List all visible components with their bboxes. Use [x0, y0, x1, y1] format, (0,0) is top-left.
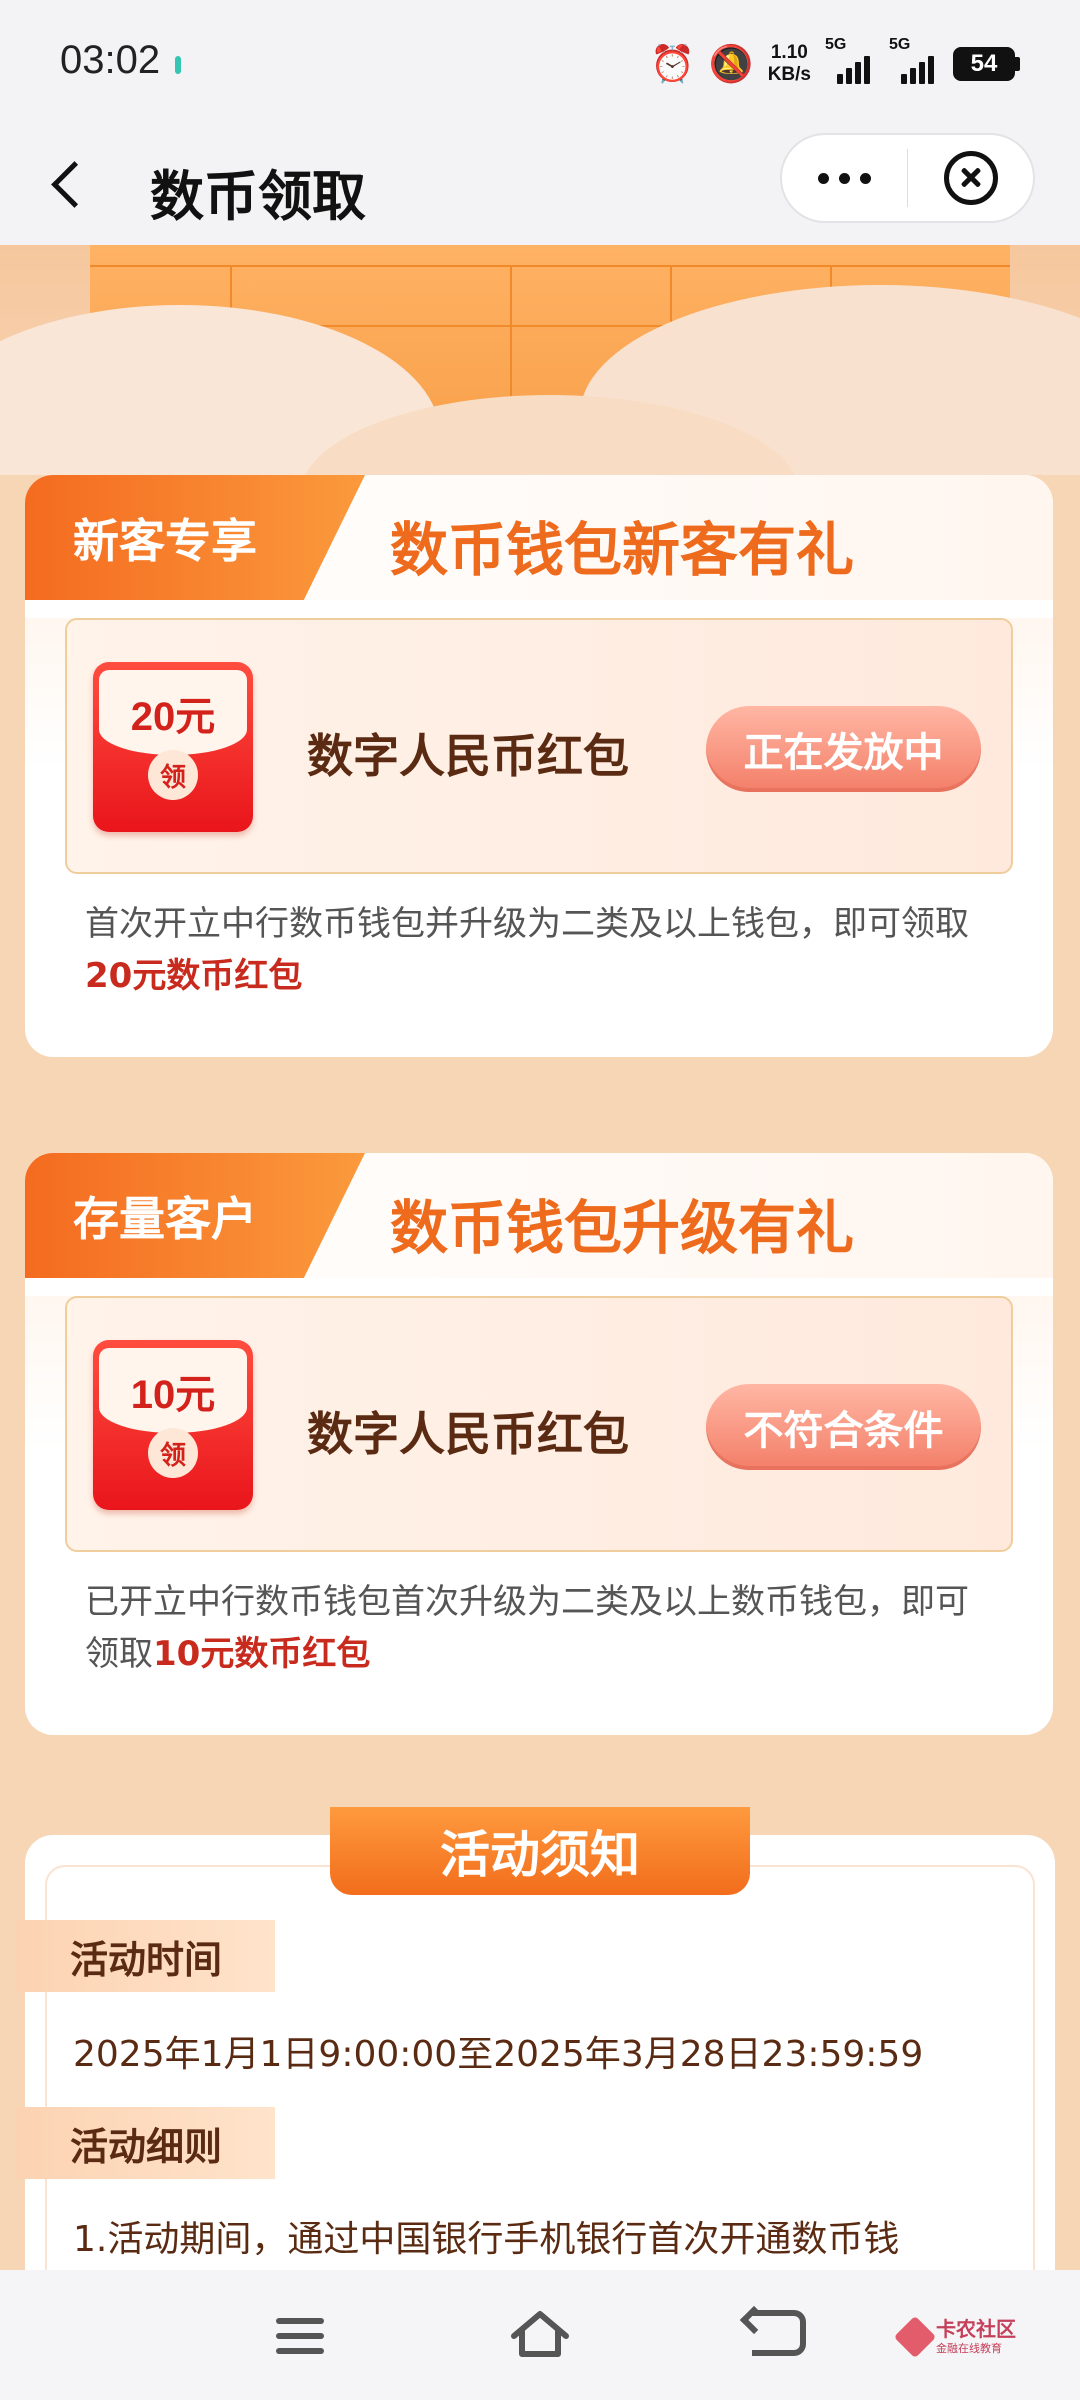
dot-icon [817, 172, 829, 184]
activity-time-label: 活动时间 [15, 1920, 275, 1992]
watermark-name: 卡农社区 [936, 2317, 1016, 2341]
prize-name: 数字人民币红包 [307, 729, 629, 783]
activity-rules-label: 活动细则 [15, 2107, 275, 2179]
notification-dot [175, 56, 181, 74]
card-tag-label: 新客专享 [73, 514, 257, 568]
card-tag: 新客专享 [25, 475, 365, 600]
card-header: 存量客户 数币钱包升级有礼 [25, 1153, 1053, 1278]
signal-icon: 5G [825, 36, 875, 84]
home-icon[interactable] [508, 2308, 572, 2360]
card-title: 数币钱包新客有礼 [390, 516, 855, 584]
status-icons: ⏰ 🔕 1.10 KB/s 5G 5G 54 [650, 36, 1020, 86]
mute-icon: 🔕 [708, 43, 754, 84]
battery-icon: 54 [953, 47, 1020, 81]
status-bar: 03:02 ⏰ 🔕 1.10 KB/s 5G 5G 54 [0, 0, 1080, 130]
activity-time-value: 2025年1月1日9:00:00至2025年3月28日23:59:59 [73, 2034, 924, 2075]
red-envelope-icon: 20元 领 [93, 662, 253, 832]
red-envelope-amount: 10元 [130, 1373, 216, 1417]
card-tag-label: 存量客户 [73, 1192, 257, 1246]
hero-banner [0, 245, 1080, 475]
watermark: 卡农社区 金融在线教育 [893, 2315, 1016, 2359]
watermark-logo-icon [893, 2315, 937, 2359]
notice-title: 活动须知 [330, 1807, 750, 1895]
back-icon[interactable] [752, 2310, 806, 2356]
card-tag: 存量客户 [25, 1153, 365, 1278]
new-customer-card: 新客专享 数币钱包新客有礼 20元 领 数字人民币红包 正在发放中 首次开立中行… [25, 475, 1053, 1057]
close-circle-icon [943, 151, 998, 205]
dot-icon [838, 172, 850, 184]
claim-status-button[interactable]: 不符合条件 [706, 1384, 981, 1470]
card-title: 数币钱包升级有礼 [390, 1194, 855, 1262]
red-envelope-seal: 领 [148, 750, 198, 800]
net-speed: 1.10 KB/s [768, 42, 811, 86]
existing-customer-card: 存量客户 数币钱包升级有礼 10元 领 数字人民币红包 不符合条件 已开立中行数… [25, 1153, 1053, 1735]
red-packet-row: 10元 领 数字人民币红包 不符合条件 [65, 1296, 1013, 1552]
card-description: 首次开立中行数币钱包并升级为二类及以上钱包，即可领取 20元数币红包 [25, 874, 1053, 1002]
desc-highlight: 20元数币红包 [85, 956, 303, 996]
alarm-icon: ⏰ [650, 43, 695, 84]
signal-2-label: 5G [889, 36, 911, 53]
page-title: 数币领取 [150, 165, 366, 228]
card-description: 已开立中行数币钱包首次升级为二类及以上数币钱包，即可领取10元数币红包 [25, 1552, 1053, 1680]
battery-level: 54 [953, 47, 1015, 81]
net-speed-value: 1.10 [770, 42, 808, 63]
net-speed-unit: KB/s [767, 64, 811, 85]
close-button[interactable] [908, 135, 1033, 221]
desc-text: 首次开立中行数币钱包并升级为二类及以上钱包，即可领取 [85, 904, 969, 944]
red-envelope-icon: 10元 领 [93, 1340, 253, 1510]
desc-highlight: 10元数币红包 [153, 1634, 371, 1674]
activity-notice: 活动须知 活动时间 2025年1月1日9:00:00至2025年3月28日23:… [15, 1807, 1055, 2345]
prize-name: 数字人民币红包 [307, 1407, 629, 1461]
activity-rules-text: 1.活动期间，通过中国银行手机银行首次开通数币钱 [73, 2219, 900, 2260]
red-envelope-seal: 领 [148, 1428, 198, 1478]
status-time: 03:02 [60, 38, 161, 82]
back-arrow-icon[interactable] [40, 154, 100, 214]
mini-program-capsule [780, 133, 1035, 223]
watermark-sub: 金融在线教育 [936, 2342, 1002, 2355]
signal-icon: 5G [889, 36, 939, 84]
dot-icon [859, 172, 871, 184]
signal-1-label: 5G [825, 36, 847, 53]
claim-status-button[interactable]: 正在发放中 [706, 706, 981, 792]
top-nav-bar: 数币领取 [0, 130, 1080, 245]
red-envelope-amount: 20元 [130, 695, 216, 739]
more-button[interactable] [782, 135, 907, 221]
card-header: 新客专享 数币钱包新客有礼 [25, 475, 1053, 600]
menu-icon[interactable] [276, 2318, 324, 2354]
system-nav-bar: 卡农社区 金融在线教育 [0, 2270, 1080, 2400]
red-packet-row: 20元 领 数字人民币红包 正在发放中 [65, 618, 1013, 874]
